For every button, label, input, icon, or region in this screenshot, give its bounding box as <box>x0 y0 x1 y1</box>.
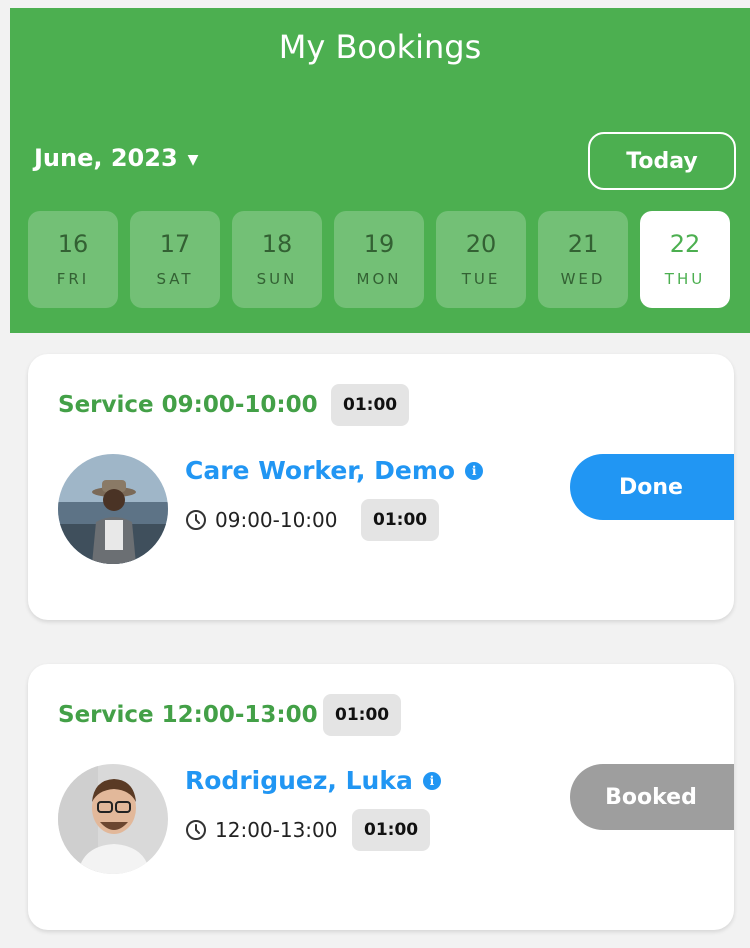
info-icon[interactable]: i <box>465 461 484 480</box>
day-name: MON <box>356 269 402 288</box>
day-17[interactable]: 17 SAT <box>130 211 220 308</box>
month-label: June, 2023 <box>34 144 178 172</box>
day-strip: 16 FRI 17 SAT 18 SUN 19 MON 20 TUE 21 WE… <box>28 211 730 308</box>
day-22-selected[interactable]: 22 THU <box>640 211 730 308</box>
time-row: 09:00-10:00 <box>185 508 338 532</box>
app-screen: My Bookings June, 2023 ▼ Today 16 FRI 17… <box>10 8 750 948</box>
booking-card: Service 09:00-10:00 01:00 Care Worker, D… <box>28 354 734 620</box>
clock-icon <box>186 510 206 530</box>
avatar-photo-icon <box>58 454 168 564</box>
service-title: Service 09:00-10:00 <box>58 392 318 418</box>
day-name: SAT <box>156 269 194 288</box>
time-range: 12:00-13:00 <box>215 818 338 842</box>
time-row: 12:00-13:00 <box>185 818 338 842</box>
month-selector[interactable]: June, 2023 ▼ <box>34 144 198 172</box>
page-title: My Bookings <box>278 28 482 66</box>
day-number: 18 <box>261 229 293 258</box>
day-19[interactable]: 19 MON <box>334 211 424 308</box>
day-number: 19 <box>363 229 395 258</box>
caret-down-icon: ▼ <box>187 152 199 168</box>
day-number: 21 <box>567 229 599 258</box>
info-icon[interactable]: i <box>422 771 441 790</box>
day-18[interactable]: 18 SUN <box>232 211 322 308</box>
today-button[interactable]: Today <box>588 132 736 190</box>
day-21[interactable]: 21 WED <box>538 211 628 308</box>
status-done-button[interactable]: Done <box>570 454 734 520</box>
day-number: 20 <box>465 229 497 258</box>
duration-badge: 01:00 <box>331 384 410 426</box>
service-title: Service 12:00-13:00 <box>58 702 318 728</box>
booking-card: Service 12:00-13:00 01:00 Rodriguez, Luk… <box>28 664 734 930</box>
worker-name: Rodriguez, Luka <box>185 766 413 795</box>
day-name: FRI <box>56 269 90 288</box>
worker-name-link[interactable]: Rodriguez, Luka i <box>185 766 441 795</box>
avatar <box>58 764 168 874</box>
header: My Bookings June, 2023 ▼ Today 16 FRI 17… <box>10 8 750 333</box>
day-number: 22 <box>669 229 701 258</box>
day-20[interactable]: 20 TUE <box>436 211 526 308</box>
day-number: 16 <box>57 229 89 258</box>
day-name: WED <box>560 269 606 288</box>
time-duration-badge: 01:00 <box>361 499 440 541</box>
worker-name-link[interactable]: Care Worker, Demo i <box>185 456 484 485</box>
duration-badge: 01:00 <box>323 694 402 736</box>
avatar-photo-icon <box>58 764 168 874</box>
day-16[interactable]: 16 FRI <box>28 211 118 308</box>
worker-name: Care Worker, Demo <box>185 456 456 485</box>
avatar <box>58 454 168 564</box>
day-number: 17 <box>159 229 191 258</box>
time-duration-badge: 01:00 <box>352 809 431 851</box>
clock-icon <box>186 820 206 840</box>
day-name: TUE <box>461 269 501 288</box>
day-name: THU <box>664 269 706 288</box>
status-booked-button[interactable]: Booked <box>570 764 734 830</box>
day-name: SUN <box>256 269 298 288</box>
time-range: 09:00-10:00 <box>215 508 338 532</box>
